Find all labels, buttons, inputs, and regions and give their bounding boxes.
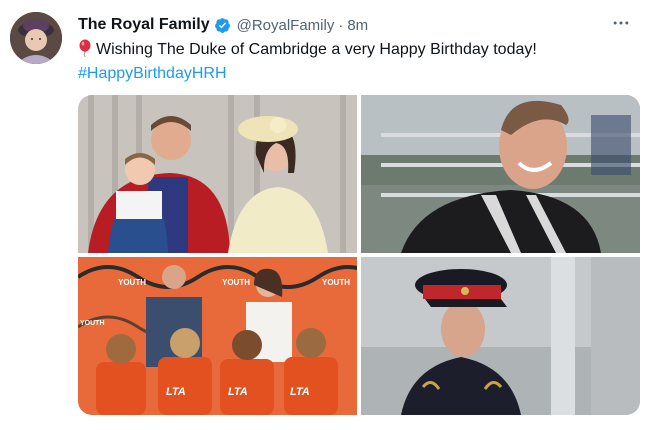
photo-balcony[interactable] xyxy=(78,95,357,253)
avatar-image xyxy=(10,12,62,64)
more-options-icon[interactable] xyxy=(610,12,632,34)
tweet-text: Wishing The Duke of Cambridge a very Hap… xyxy=(78,39,537,61)
banner-text: YOUTH xyxy=(80,320,105,327)
tweet-header: The Royal Family @RoyalFamily · 8m xyxy=(78,14,368,36)
verified-badge-icon xyxy=(214,17,231,34)
photo-racing[interactable] xyxy=(361,95,640,253)
shirt-logo-text: LTA xyxy=(290,386,310,398)
tweet-timestamp[interactable]: 8m xyxy=(347,17,368,34)
hashtag-link[interactable]: #HappyBirthdayHRH xyxy=(78,63,227,85)
author-name[interactable]: The Royal Family xyxy=(78,16,210,34)
banner-text: YOUTH xyxy=(118,278,146,287)
shirt-logo-text: LTA xyxy=(166,386,186,398)
banner-text: YOUTH xyxy=(222,278,250,287)
author-avatar[interactable] xyxy=(10,12,62,64)
media-grid: YOUTH YOUTH YOUTH YOUTH LTA LTA LTA xyxy=(78,95,640,415)
balloon-icon xyxy=(78,39,92,58)
tweet-message: Wishing The Duke of Cambridge a very Hap… xyxy=(96,41,537,58)
tweet[interactable]: The Royal Family @RoyalFamily · 8m Wishi… xyxy=(0,0,650,430)
author-handle[interactable]: @RoyalFamily xyxy=(237,17,335,34)
banner-text: YOUTH xyxy=(322,278,350,287)
separator-dot: · xyxy=(338,16,344,34)
shirt-logo-text: LTA xyxy=(228,386,248,398)
photo-youth-event[interactable]: YOUTH YOUTH YOUTH YOUTH LTA LTA LTA xyxy=(78,257,357,415)
photo-uniform[interactable] xyxy=(361,257,640,415)
